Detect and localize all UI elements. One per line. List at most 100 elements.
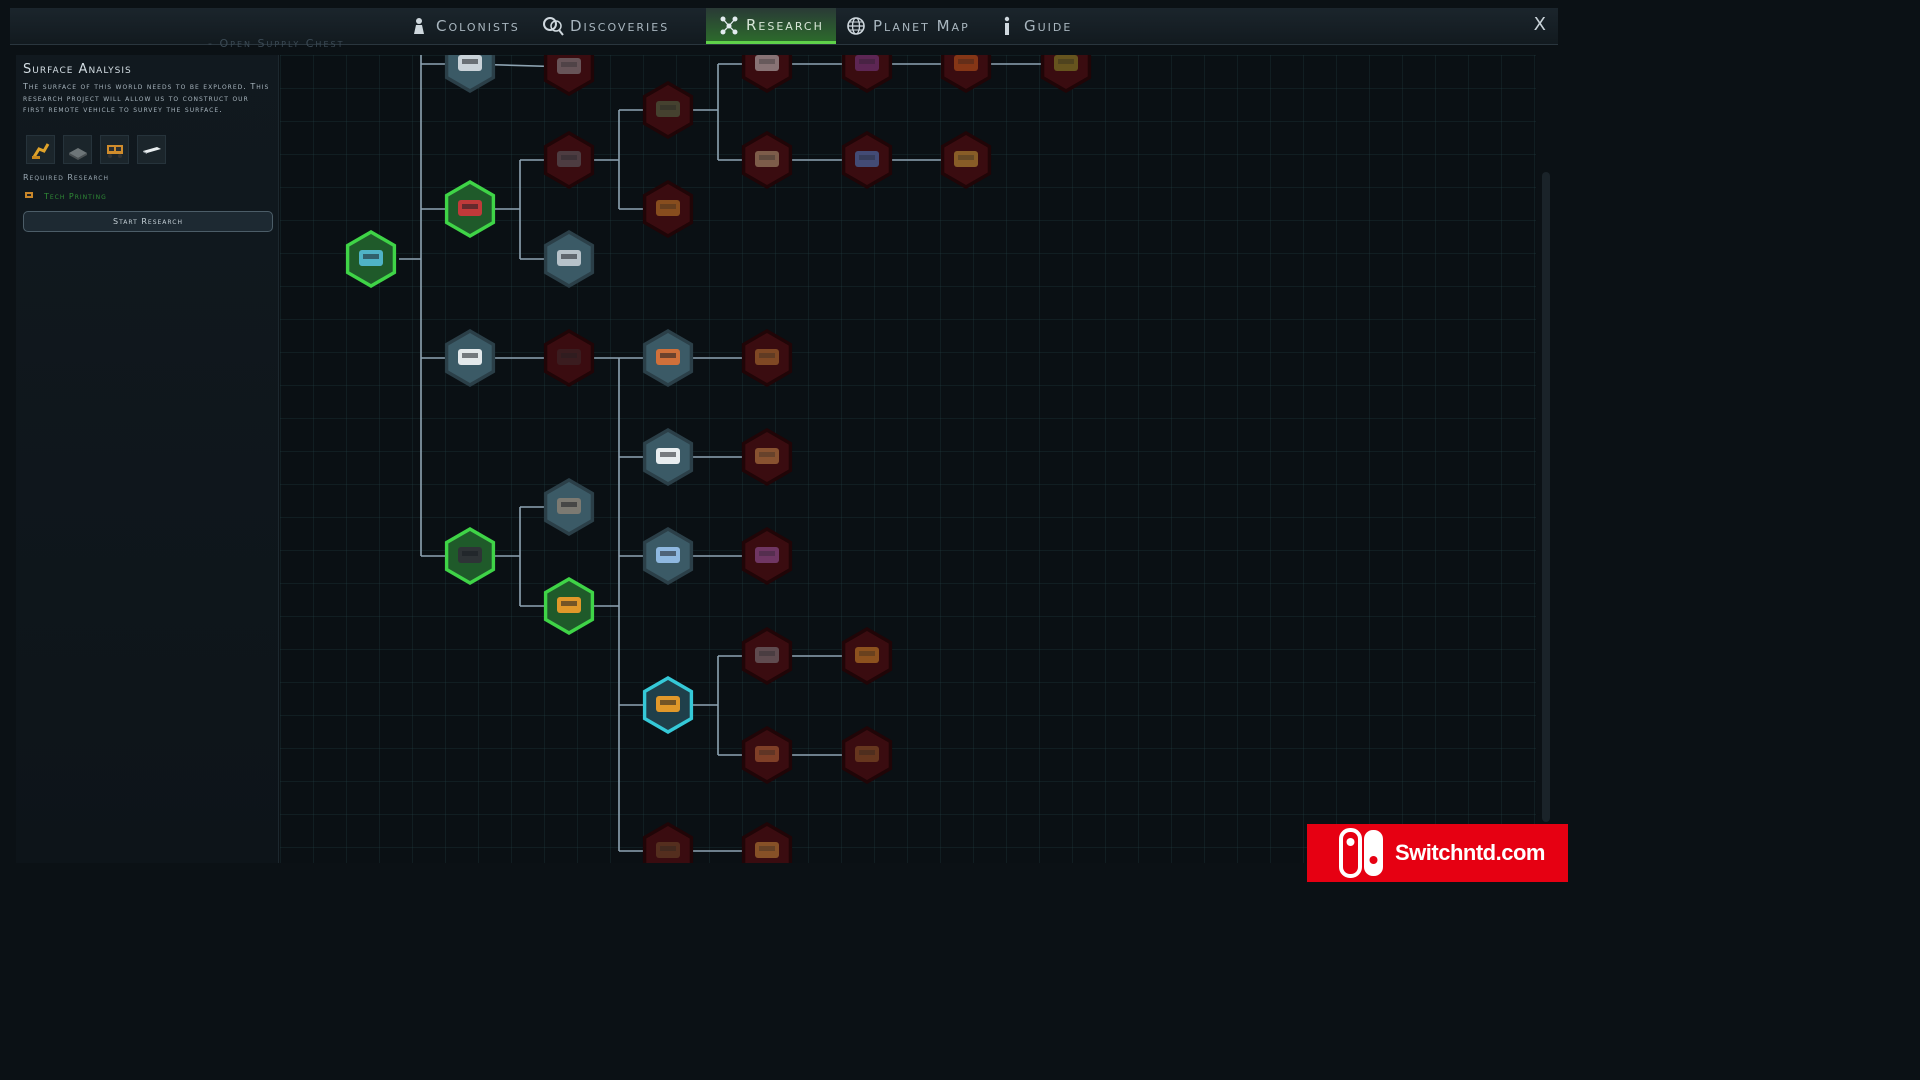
floor-tile-icon (458, 547, 482, 563)
vertical-scrollbar[interactable] (1542, 172, 1550, 822)
research-node-n-b7[interactable] (940, 55, 992, 93)
machine-icon (656, 842, 680, 858)
research-node-n-d[interactable] (444, 527, 496, 585)
research-node-n-c3[interactable] (741, 329, 793, 387)
research-node-n-b[interactable] (444, 180, 496, 238)
tab-label: Research (746, 15, 824, 34)
research-node-n-b10[interactable] (841, 131, 893, 189)
pod-icon (1054, 55, 1078, 71)
research-node-n-d5[interactable] (841, 627, 893, 685)
shoe-icon (656, 448, 680, 464)
background-objective-text: - Open Supply Chest (208, 37, 345, 50)
research-node-n-d2[interactable] (543, 577, 595, 635)
cylinder-icon (557, 151, 581, 167)
research-node-n-d1[interactable] (543, 478, 595, 536)
research-node-n-a1[interactable] (444, 55, 496, 93)
spring-icon (755, 349, 779, 365)
research-node-n-b4[interactable] (642, 180, 694, 238)
boot-icon (755, 448, 779, 464)
gear-icon (855, 55, 879, 71)
tab-research[interactable]: Research (706, 8, 836, 44)
research-node-n-b6[interactable] (841, 55, 893, 93)
research-node-n-c[interactable] (444, 329, 496, 387)
network-icon (718, 14, 740, 36)
research-node-n-b8[interactable] (1040, 55, 1092, 93)
server-rack-icon (359, 250, 383, 266)
rock-icon (755, 647, 779, 663)
rubble-icon (557, 498, 581, 514)
research-node-n-e2[interactable] (741, 822, 793, 863)
required-research-item[interactable]: Tech Printing (24, 190, 107, 202)
magnifier-icon (542, 15, 564, 37)
plate-icon[interactable] (137, 135, 166, 164)
colonist-icon (408, 15, 430, 37)
research-node-n-c2[interactable] (642, 329, 694, 387)
tarp-icon (755, 547, 779, 563)
box-icon (557, 349, 581, 365)
barrel-icon (656, 200, 680, 216)
tab-label: Colonists (436, 17, 520, 35)
tab-guide[interactable]: Guide (996, 8, 1072, 44)
plate-icon (557, 250, 581, 266)
required-research-name: Tech Printing (44, 191, 107, 201)
research-node-root[interactable] (345, 230, 397, 288)
research-node-n-d6[interactable] (741, 726, 793, 784)
rover-icon[interactable] (100, 135, 129, 164)
research-node-n-c1[interactable] (543, 329, 595, 387)
mushroom-icon (755, 746, 779, 762)
helmet-icon (557, 58, 581, 74)
leaf-icon (954, 151, 978, 167)
chair-icon (458, 349, 482, 365)
research-node-n-b9[interactable] (741, 131, 793, 189)
research-node-n-b11[interactable] (940, 131, 992, 189)
unlock-icon-list (26, 135, 166, 164)
robot-icon (755, 842, 779, 858)
research-node-n-b3[interactable] (642, 81, 694, 139)
start-research-button[interactable]: Start Research (23, 211, 273, 232)
research-node-n-c7[interactable] (741, 527, 793, 585)
research-node-n-d3[interactable] (642, 676, 694, 734)
seed-icon (855, 746, 879, 762)
sack-icon (755, 151, 779, 167)
printer-icon (24, 190, 34, 202)
research-node-n-c6[interactable] (642, 527, 694, 585)
tab-discoveries[interactable]: Discoveries (542, 8, 669, 44)
close-button[interactable]: X (1534, 14, 1546, 35)
cloth-icon (855, 151, 879, 167)
ore-icon (855, 647, 879, 663)
research-node-n-d4[interactable] (741, 627, 793, 685)
research-node-n-b5[interactable] (741, 55, 793, 93)
research-node-n-b1[interactable] (543, 131, 595, 189)
research-node-n-c4[interactable] (642, 428, 694, 486)
floor-panel-icon[interactable] (63, 135, 92, 164)
research-info-panel: Surface Analysis The surface of this wor… (16, 55, 279, 863)
research-node-n-a2[interactable] (543, 55, 595, 96)
research-description: The surface of this world needs to be ex… (23, 82, 270, 114)
watermark-banner: Switchntd.com (1307, 824, 1568, 882)
printer-icon (557, 597, 581, 613)
switch-logo-icon (1339, 828, 1383, 878)
panel-icon (656, 547, 680, 563)
tab-colonists[interactable]: Colonists (408, 8, 520, 44)
tab-label: Guide (1024, 17, 1073, 35)
tab-label: Discoveries (570, 17, 670, 35)
research-tree-graph (345, 55, 1092, 863)
vent-icon (755, 55, 779, 71)
research-tree-canvas[interactable] (280, 55, 1536, 863)
research-title: Surface Analysis (23, 62, 132, 77)
toolbox-icon (458, 200, 482, 216)
robot-arm-icon[interactable] (26, 135, 55, 164)
rover-icon (656, 696, 680, 712)
crate-icon (656, 101, 680, 117)
research-node-n-b2[interactable] (543, 230, 595, 288)
research-node-n-c5[interactable] (741, 428, 793, 486)
info-icon (996, 15, 1018, 37)
tab-planet-map[interactable]: Planet Map (845, 8, 970, 44)
coil-icon (656, 349, 680, 365)
drill-icon (458, 55, 482, 71)
required-research-label: Required Research (23, 173, 109, 182)
research-node-n-e1[interactable] (642, 822, 694, 863)
flag-icon (954, 55, 978, 71)
research-node-n-d7[interactable] (841, 726, 893, 784)
watermark-text: Switchntd.com (1395, 840, 1545, 865)
